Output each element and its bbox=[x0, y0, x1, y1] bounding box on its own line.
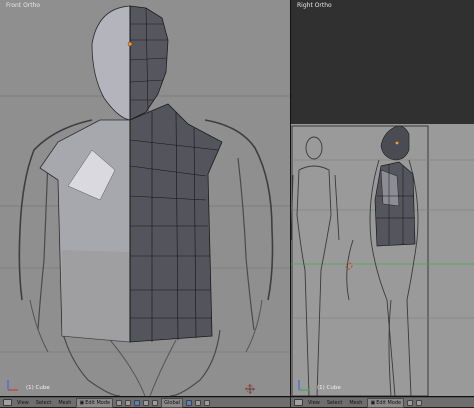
manipulator-icon[interactable] bbox=[134, 399, 141, 406]
editor-type-icon[interactable] bbox=[3, 399, 12, 406]
shading-icon[interactable] bbox=[407, 399, 414, 406]
mode-label: Edit Mode bbox=[85, 399, 111, 406]
mode-select[interactable]: ▣ Edit Mode bbox=[76, 397, 114, 408]
side-mesh[interactable] bbox=[291, 0, 474, 397]
orientation-select[interactable]: Global bbox=[161, 397, 184, 408]
menu-view[interactable]: View bbox=[306, 399, 322, 407]
menu-select[interactable]: Select bbox=[34, 399, 53, 407]
face-select-icon[interactable] bbox=[204, 399, 211, 406]
editor-type-icon[interactable] bbox=[294, 399, 303, 406]
menu-select[interactable]: Select bbox=[325, 399, 344, 407]
front-viewport-header: View Select Mesh ▣ Edit Mode Global bbox=[0, 397, 290, 408]
rotate-icon[interactable] bbox=[152, 399, 159, 406]
right-ortho-viewport[interactable]: Right Ortho (1) Cube bbox=[291, 0, 474, 397]
viewport-status: (1) Cube bbox=[26, 385, 50, 391]
axis-gizmo-icon bbox=[298, 380, 309, 391]
pivot-icon[interactable] bbox=[125, 399, 132, 406]
mode-select[interactable]: ▣ Edit Mode bbox=[367, 397, 405, 408]
menu-mesh[interactable]: Mesh bbox=[347, 399, 364, 407]
axis-gizmo-icon bbox=[7, 380, 18, 391]
edge-select-icon[interactable] bbox=[195, 399, 202, 406]
edit-mode-icon: ▣ bbox=[370, 399, 376, 406]
mode-label: Edit Mode bbox=[376, 399, 402, 406]
menu-view[interactable]: View bbox=[15, 399, 31, 407]
viewport-title: Front Ortho bbox=[6, 2, 41, 9]
vertex-select-icon[interactable] bbox=[186, 399, 193, 406]
pivot-icon[interactable] bbox=[416, 399, 423, 406]
edit-mode-icon: ▣ bbox=[79, 399, 85, 406]
shading-icon[interactable] bbox=[116, 399, 123, 406]
front-ortho-viewport[interactable]: Front Ortho (1) Cube bbox=[0, 0, 290, 397]
front-mesh[interactable] bbox=[0, 0, 290, 397]
3d-cursor-icon[interactable] bbox=[245, 384, 255, 394]
area-split-vertical[interactable] bbox=[290, 0, 291, 397]
right-viewport-header: View Select Mesh ▣ Edit Mode bbox=[291, 397, 474, 408]
menu-mesh[interactable]: Mesh bbox=[56, 399, 73, 407]
translate-icon[interactable] bbox=[143, 399, 150, 406]
viewport-status: (1) Cube bbox=[317, 385, 341, 391]
